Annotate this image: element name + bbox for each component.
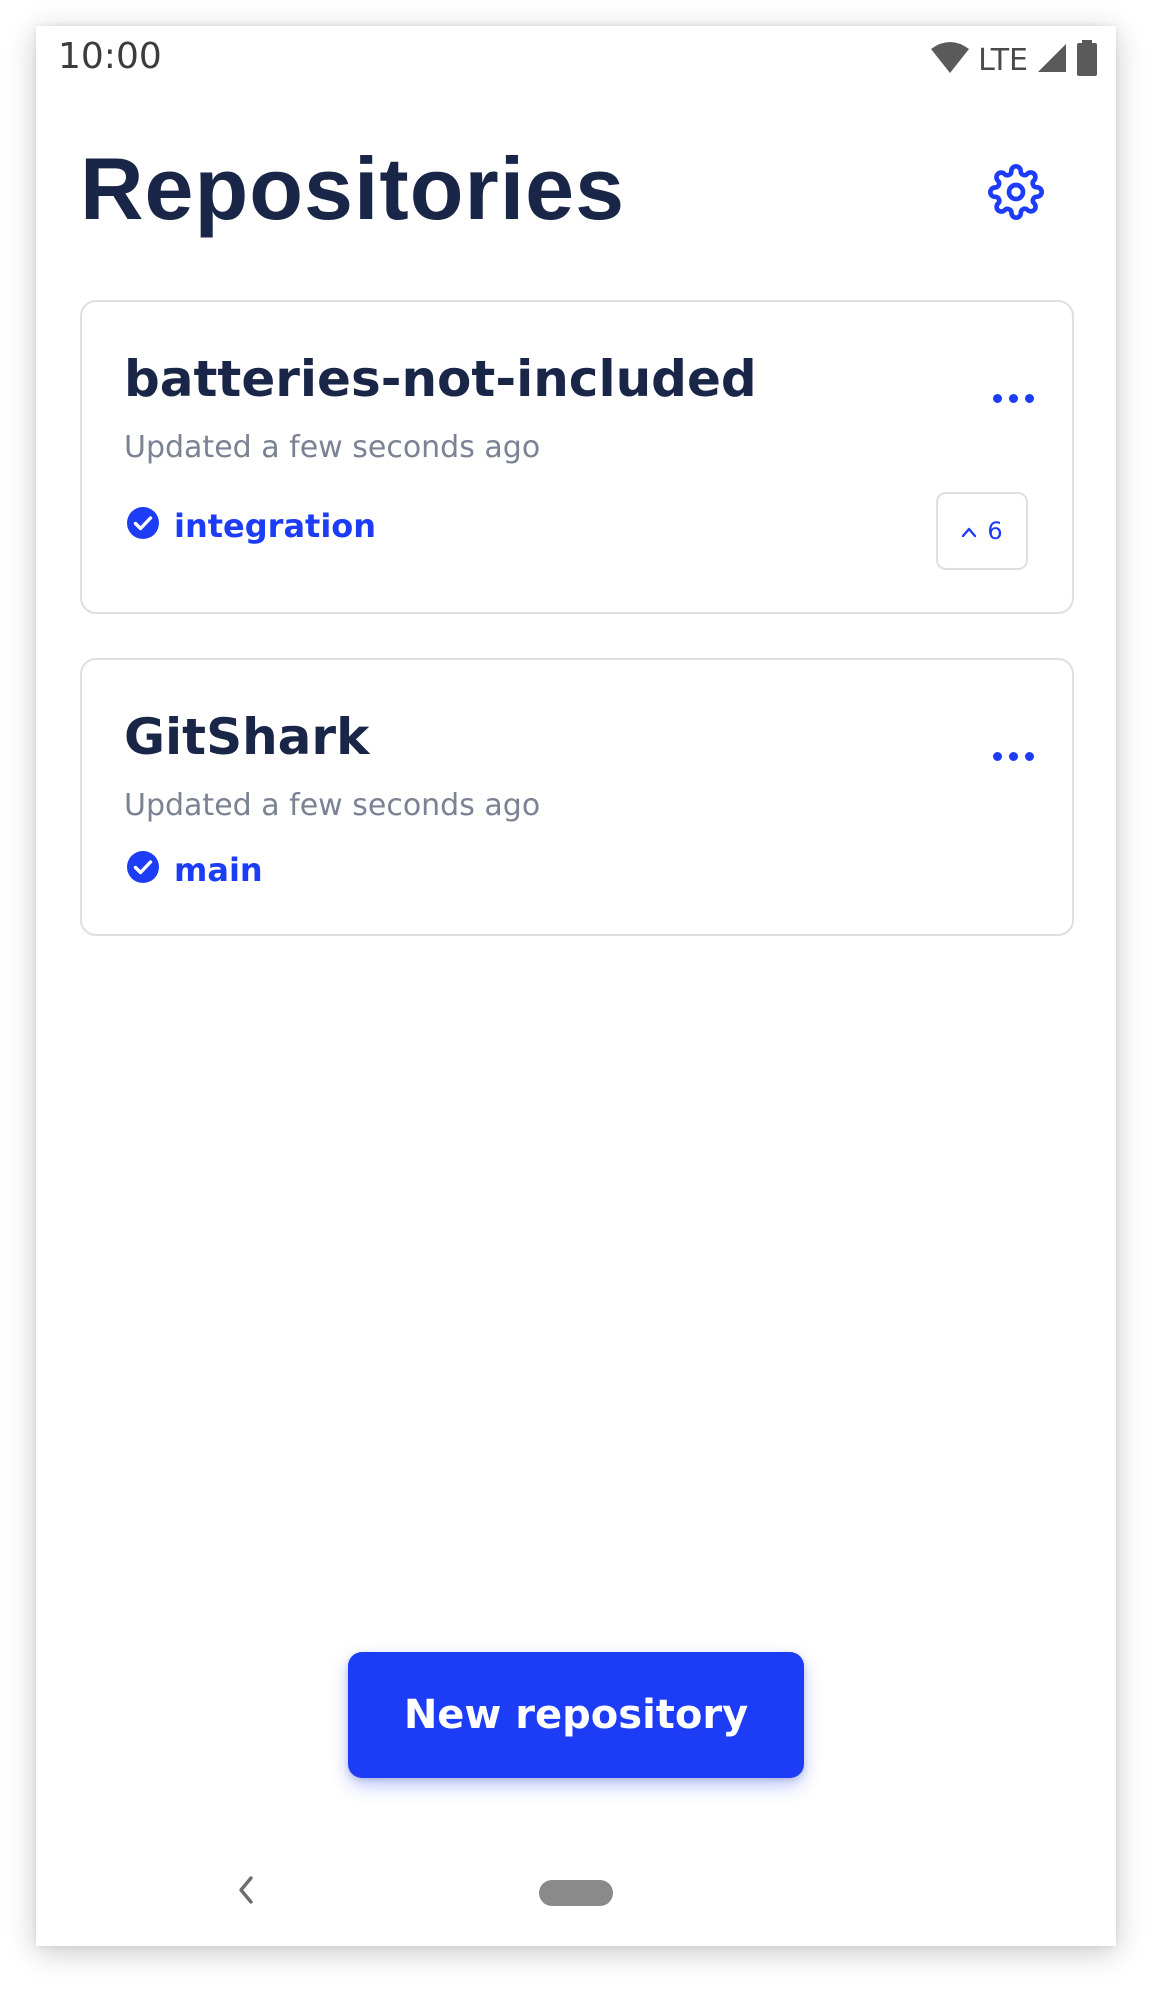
chevron-up-icon: [961, 519, 977, 544]
status-bar: 10:00 LTE: [36, 26, 1116, 106]
commits-ahead-count: 6: [987, 517, 1003, 545]
more-horizontal-icon: [992, 751, 1002, 761]
back-chevron-icon: [235, 1874, 257, 1911]
current-branch: integration: [126, 506, 376, 545]
repository-card[interactable]: batteries-not-included Updated a few sec…: [80, 300, 1074, 614]
network-type: LTE: [978, 42, 1028, 78]
home-pill-icon[interactable]: [539, 1880, 613, 1906]
branch-name: main: [174, 850, 263, 889]
more-horizontal-icon: [992, 393, 1002, 403]
repository-name: GitShark: [124, 708, 370, 766]
signal-icon: [1036, 42, 1068, 79]
current-branch: main: [126, 850, 263, 889]
gear-icon: [988, 163, 1044, 225]
branch-name: integration: [174, 506, 377, 545]
new-repository-button[interactable]: New repository: [348, 1652, 804, 1778]
wifi-icon: [930, 41, 970, 80]
battery-icon: [1076, 39, 1098, 81]
repository-menu-button[interactable]: [986, 736, 1040, 776]
repository-card[interactable]: GitShark Updated a few seconds ago main: [80, 658, 1074, 936]
status-icons: LTE: [930, 39, 1098, 81]
page-title: Repositories: [80, 139, 626, 238]
repository-name: batteries-not-included: [124, 350, 757, 408]
check-circle-icon: [126, 850, 160, 889]
repository-menu-button[interactable]: [986, 378, 1040, 418]
status-time: 10:00: [58, 36, 162, 77]
check-circle-icon: [126, 506, 160, 545]
back-button[interactable]: [226, 1872, 266, 1912]
device-screen: 10:00 LTE Repositories batteries-not-inc…: [36, 26, 1116, 1946]
repository-updated: Updated a few seconds ago: [124, 430, 541, 465]
settings-button[interactable]: [986, 163, 1046, 225]
repository-updated: Updated a few seconds ago: [124, 788, 541, 823]
new-repository-label: New repository: [403, 1692, 749, 1738]
commits-ahead-button[interactable]: 6: [936, 492, 1028, 570]
